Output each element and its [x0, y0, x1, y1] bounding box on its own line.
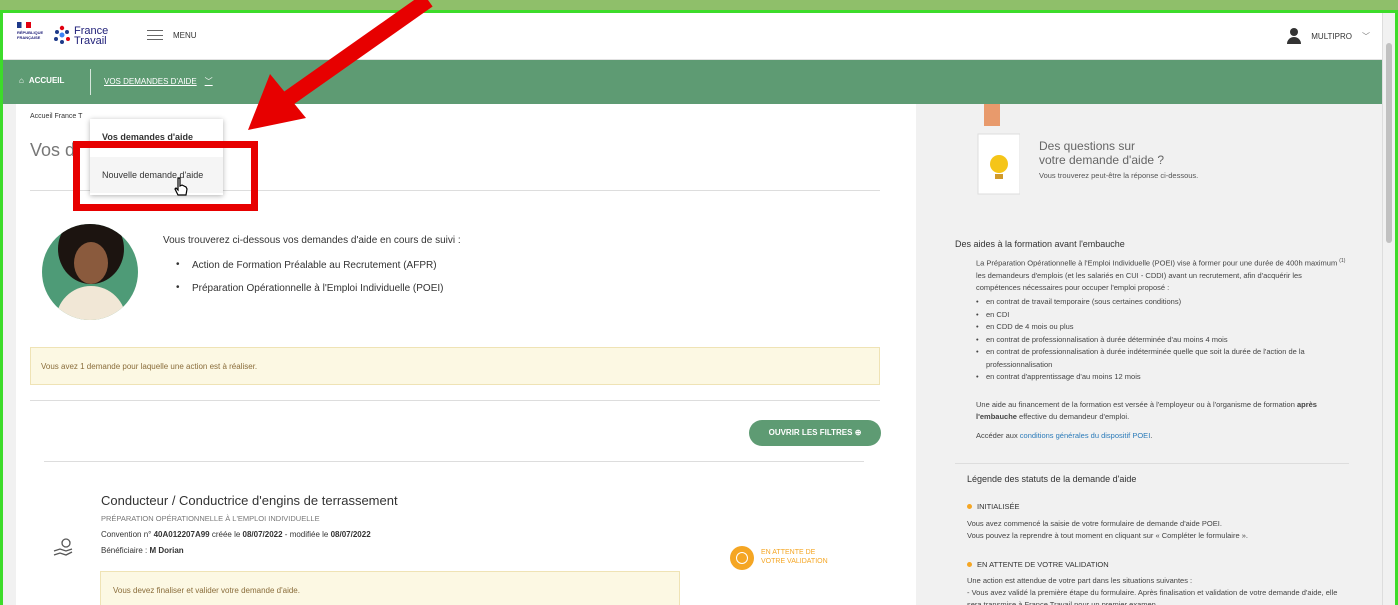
- side-paragraph-conditions: Accéder aux conditions générales du disp…: [976, 431, 1153, 440]
- demande-convention: Convention n° 40A012207A99 créée le 08/0…: [101, 530, 371, 539]
- list-item: en contrat de travail temporaire (sous c…: [976, 296, 1346, 309]
- status-dot-icon: [967, 504, 972, 509]
- intro-list: Action de Formation Préalable au Recrute…: [176, 259, 443, 306]
- status-initialisee: INITIALISÉE: [967, 502, 1020, 511]
- user-label: MULTIPRO: [1311, 31, 1352, 41]
- republique-francaise-logo[interactable]: RÉPUBLIQUE FRANÇAISE: [17, 22, 43, 52]
- clock-icon: [730, 546, 754, 570]
- list-item: en contrat de professionnalisation à dur…: [976, 346, 1346, 371]
- french-flag-icon: [17, 22, 31, 28]
- status-en-attente: EN ATTENTE DE VOTRE VALIDATION: [967, 560, 1109, 569]
- demande-beneficiaire: Bénéficiaire : M Dorian: [101, 546, 184, 555]
- plus-circle-icon: ⊕: [854, 428, 862, 437]
- action-alert: Vous avez 1 demande pour laquelle une ac…: [30, 347, 880, 385]
- main-content: Accueil France T Vos d Vous trouverez ci…: [16, 104, 916, 605]
- breadcrumb[interactable]: Accueil France T: [30, 113, 82, 120]
- divider: [44, 461, 864, 462]
- avatar: [42, 224, 138, 320]
- scrollbar[interactable]: [1382, 13, 1395, 605]
- main-nav: ⌂ ACCUEIL VOS DEMANDES D'AIDE ﹀: [3, 60, 1388, 104]
- side-contract-list: en contrat de travail temporaire (sous c…: [976, 296, 1346, 384]
- nav-accueil[interactable]: ⌂ ACCUEIL: [19, 76, 64, 85]
- status-dot-icon: [967, 562, 972, 567]
- status-en-attente-desc: Une action est attendue de votre part da…: [967, 576, 1338, 605]
- divider: [30, 400, 880, 401]
- annotation-highlight-box: [73, 141, 258, 211]
- demande-title[interactable]: Conducteur / Conductrice d'engins de ter…: [101, 493, 398, 508]
- lightbulb-card-icon: [977, 104, 1020, 195]
- nav-separator: [90, 69, 91, 95]
- chevron-down-icon: ﹀: [204, 77, 213, 86]
- list-item: en CDD de 4 mois ou plus: [976, 321, 1346, 334]
- demande-type: PRÉPARATION OPÉRATIONNELLE À L'EMPLOI IN…: [101, 514, 320, 523]
- intro-text: Vous trouverez ci-dessous vos demandes d…: [163, 235, 461, 246]
- help-sidebar: Des questions sur votre demande d'aide ?…: [931, 104, 1375, 605]
- nav-vos-demandes[interactable]: VOS DEMANDES D'AIDE ﹀: [104, 76, 213, 87]
- side-paragraph-financement: Une aide au financement de la formation …: [976, 400, 1317, 421]
- conditions-link[interactable]: conditions générales du dispositif POEI: [1020, 431, 1151, 440]
- side-paragraph-poei: La Préparation Opérationnelle à l'Emploi…: [976, 258, 1346, 292]
- list-item: en contrat d'apprentissage d'au moins 12…: [976, 371, 1346, 384]
- hand-coin-icon: [53, 538, 73, 556]
- menu-label: MENU: [173, 30, 197, 40]
- user-icon: [1287, 28, 1302, 44]
- chevron-down-icon: ﹀: [1362, 31, 1370, 41]
- scrollbar-thumb[interactable]: [1386, 43, 1392, 243]
- side-question-title: Des questions sur votre demande d'aide ?: [1039, 139, 1165, 167]
- menu-button[interactable]: MENU: [147, 30, 197, 40]
- france-travail-logo[interactable]: France Travail: [52, 24, 112, 50]
- browser-frame: RÉPUBLIQUE FRANÇAISE France Travail MENU: [0, 10, 1398, 605]
- finalise-alert: Vous devez finaliser et valider votre de…: [100, 571, 680, 605]
- page-title: Vos d: [30, 140, 76, 160]
- status-badge: EN ATTENTE DE VOTRE VALIDATION: [761, 549, 828, 565]
- list-item: en CDI: [976, 309, 1346, 322]
- open-filters-button[interactable]: OUVRIR LES FILTRES ⊕: [749, 420, 881, 446]
- list-item: Préparation Opérationnelle à l'Emploi In…: [176, 282, 443, 294]
- annotation-arrow: [248, 0, 433, 130]
- list-item: Action de Formation Préalable au Recrute…: [176, 259, 443, 271]
- hamburger-icon: [147, 30, 163, 40]
- side-heading-aides: Des aides à la formation avant l'embauch…: [955, 239, 1125, 249]
- ft-logo-line2: Travail: [74, 35, 107, 47]
- site-header: RÉPUBLIQUE FRANÇAISE France Travail MENU: [3, 13, 1388, 60]
- user-menu[interactable]: MULTIPRO ﹀: [1287, 28, 1370, 44]
- side-heading-statuts: Légende des statuts de la demande d'aide: [967, 474, 1137, 484]
- list-item: en contrat de professionnalisation à dur…: [976, 334, 1346, 347]
- status-initialisee-desc: Vous avez commencé la saisie de votre fo…: [967, 519, 1248, 540]
- france-travail-dots-icon: [54, 25, 70, 44]
- side-question-sub: Vous trouverez peut-être la réponse ci-d…: [1039, 171, 1199, 180]
- home-icon: ⌂: [19, 76, 24, 85]
- divider: [955, 463, 1349, 464]
